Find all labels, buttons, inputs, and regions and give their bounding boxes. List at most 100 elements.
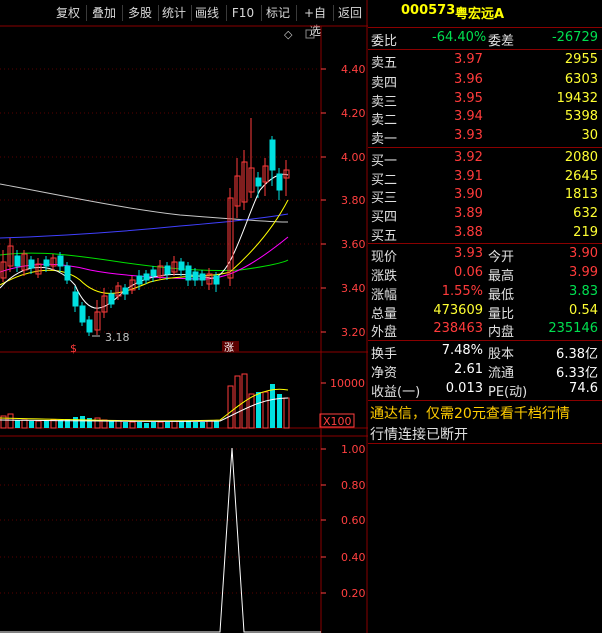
low-price-label: 3.18 (105, 331, 130, 344)
limit-up-label: 涨 (224, 342, 234, 354)
order-diff-label: 委差 (488, 34, 515, 49)
bid-row[interactable]: 买四 3.89 632 (368, 205, 602, 225)
ask-price: 3.94 (454, 109, 483, 124)
divider (368, 147, 602, 148)
bid-volume: 632 (573, 206, 598, 221)
stat-value: 3.93 (454, 246, 483, 261)
fund-value: 74.6 (569, 381, 598, 396)
ask-row[interactable]: 卖二 3.94 5398 (368, 108, 602, 128)
ask-row[interactable]: 卖五 3.97 2955 (368, 51, 602, 71)
bid-row[interactable]: 买三 3.90 1813 (368, 186, 602, 206)
ask-label: 卖五 (371, 56, 398, 71)
bid-price: 3.89 (454, 206, 483, 221)
bid-volume: 2645 (564, 169, 598, 184)
fund-row: 净资 2.61 流通 6.33亿 (368, 361, 602, 381)
fund-row: 换手 7.48% 股本 6.38亿 (368, 342, 602, 362)
stat-row: 涨幅 1.55% 最低 3.83 (368, 283, 602, 303)
bid-price: 3.88 (454, 225, 483, 240)
divider (368, 27, 602, 28)
stat-label: 涨跌 (371, 269, 398, 284)
fund-row: 收益(一) 0.013 PE(动) 74.6 (368, 380, 602, 400)
fund-label: 收益(一) (371, 385, 421, 400)
fund-value: 2.61 (454, 362, 483, 377)
window-box-icon[interactable] (305, 29, 315, 39)
bid-row[interactable]: 买五 3.88 219 (368, 224, 602, 244)
fund-label: 股本 (488, 347, 515, 362)
ask-row[interactable]: 卖四 3.96 6303 (368, 71, 602, 91)
order-diff-value: -26729 (551, 30, 598, 45)
promo-text[interactable]: 通达信，仅需20元查看千档行情 (370, 403, 570, 423)
stat-label: 外盘 (371, 325, 398, 340)
price-tick-label: 4.00 (341, 151, 366, 164)
bid-volume: 219 (573, 225, 598, 240)
divider (368, 400, 602, 401)
ask-price: 3.95 (454, 91, 483, 106)
candlesticks (0, 118, 290, 336)
indicator-line (0, 447, 321, 633)
price-grid (0, 68, 321, 333)
ask-volume: 2955 (564, 52, 598, 67)
stat-row: 涨跌 0.06 最高 3.99 (368, 264, 602, 284)
price-tick-label: 3.40 (341, 282, 366, 295)
bid-label: 买五 (371, 229, 398, 244)
ask-price: 3.96 (454, 72, 483, 87)
stat-row: 现价 3.93 今开 3.90 (368, 245, 602, 265)
fund-value: 6.33亿 (556, 366, 598, 381)
order-ratio-row: 委比 -64.40% 委差 -26729 (368, 29, 602, 49)
stat-value: 235146 (548, 321, 598, 336)
volume-ma-line (0, 388, 289, 422)
ask-volume: 6303 (564, 72, 598, 87)
bid-volume: 2080 (564, 150, 598, 165)
divider (368, 49, 602, 50)
stat-row: 外盘 238463 内盘 235146 (368, 320, 602, 340)
divider (368, 243, 602, 244)
stat-label: 内盘 (488, 325, 515, 340)
ma120-line (0, 183, 289, 223)
ask-volume: 19432 (556, 91, 598, 106)
diamond-icon[interactable]: ◇ (284, 28, 293, 41)
bid-row[interactable]: 买二 3.91 2645 (368, 168, 602, 188)
ask-row[interactable]: 卖一 3.93 30 (368, 127, 602, 147)
order-ratio-value: -64.40% (432, 30, 487, 45)
status-text: 行情连接已断开 (370, 427, 468, 443)
ask-row[interactable]: 卖三 3.95 19432 (368, 90, 602, 110)
indicator-tick-label: 0.20 (341, 587, 366, 600)
bid-label: 买一 (371, 154, 398, 169)
stat-row: 总量 473609 量比 0.54 (368, 302, 602, 322)
price-tick-label: 3.80 (341, 194, 366, 207)
ask-label: 卖四 (371, 76, 398, 91)
stat-label: 涨幅 (371, 288, 398, 303)
ask-volume: 5398 (564, 109, 598, 124)
ask-price: 3.93 (454, 128, 483, 143)
price-tick-label: 4.40 (341, 63, 366, 76)
order-ratio-label: 委比 (371, 34, 398, 49)
bid-label: 买四 (371, 210, 398, 225)
bid-row[interactable]: 买一 3.92 2080 (368, 149, 602, 169)
bid-price: 3.90 (454, 187, 483, 202)
volume-unit-label: X100 (323, 415, 352, 428)
stat-label: 最低 (488, 288, 515, 303)
promo-link[interactable]: 通达信，仅需20元查看千档行情 (368, 402, 602, 422)
quote-panel: 000573 粤宏远A 委比 -64.40% 委差 -26729 卖五 3.97… (368, 0, 602, 633)
chart-area[interactable]: 4.40 4.20 4.00 3.80 3.60 3.40 3.20 ◇ 3.1… (0, 0, 368, 633)
price-axis-ticks (321, 68, 326, 333)
indicator-tick-label: 0.80 (341, 479, 366, 492)
indicator-grid (0, 448, 321, 594)
stock-name: 粤宏远A (455, 7, 505, 22)
fund-label: 流通 (488, 366, 515, 381)
stat-value: 3.90 (569, 246, 598, 261)
stat-value: 473609 (433, 303, 483, 318)
connection-status: 行情连接已断开 (368, 423, 602, 443)
indicator-tick-label: 0.40 (341, 551, 366, 564)
bid-volume: 1813 (564, 187, 598, 202)
indicator-tick-label: 0.60 (341, 514, 366, 527)
price-tick-label: 4.20 (341, 107, 366, 120)
stat-value: 3.83 (569, 284, 598, 299)
stat-value: 0.06 (454, 265, 483, 280)
fund-label: 净资 (371, 366, 398, 381)
stat-value: 1.55% (441, 284, 483, 299)
ask-label: 卖一 (371, 132, 398, 147)
stat-label: 最高 (488, 269, 515, 284)
ask-label: 卖二 (371, 113, 398, 128)
stat-label: 今开 (488, 250, 515, 265)
